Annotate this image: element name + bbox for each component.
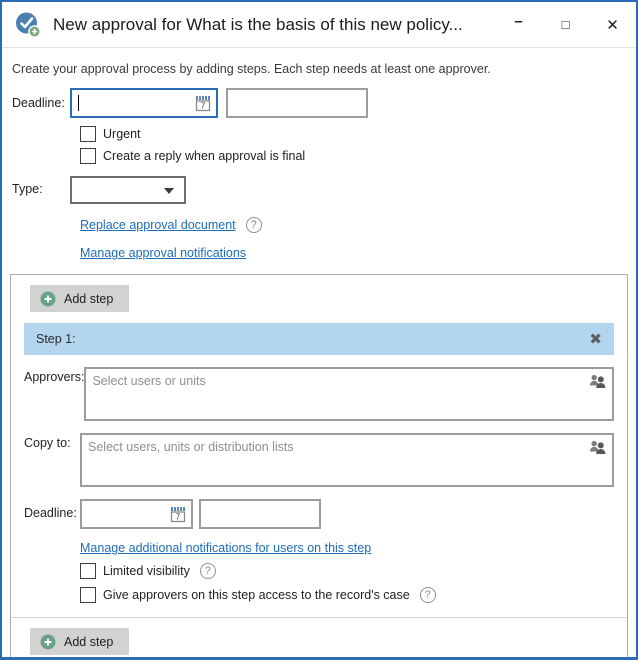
help-icon[interactable]: ?	[245, 217, 262, 233]
step-deadline-date-input[interactable]: 7	[80, 499, 193, 529]
case-access-label: Give approvers on this step access to th…	[103, 588, 410, 602]
step-deadline-label: Deadline:	[24, 506, 77, 520]
limited-visibility-checkbox[interactable]	[80, 563, 96, 579]
replace-approval-document-link[interactable]: Replace approval document	[80, 218, 236, 232]
add-step-label: Add step	[64, 634, 114, 649]
step-deadline-time-input[interactable]	[199, 499, 321, 529]
limited-visibility-row: Limited visibility ?	[80, 563, 614, 579]
urgent-checkbox[interactable]	[80, 126, 96, 142]
reply-row: Create a reply when approval is final	[80, 148, 628, 164]
calendar-icon[interactable]: 7	[194, 95, 212, 115]
window-controls: – □ ✕	[495, 2, 636, 47]
chevron-down-icon	[164, 188, 174, 194]
svg-text:7: 7	[176, 513, 181, 522]
type-label: Type:	[12, 182, 43, 196]
step-notifications-row: Manage additional notifications for user…	[80, 541, 614, 555]
deadline-row: Deadline: 7	[12, 88, 628, 118]
approvers-input[interactable]: Select users or units	[84, 367, 614, 421]
calendar-icon[interactable]: 7	[169, 506, 187, 526]
panel-divider	[11, 617, 627, 618]
urgent-row: Urgent	[80, 126, 628, 142]
type-row: Type:	[12, 176, 628, 204]
case-access-row: Give approvers on this step access to th…	[80, 587, 614, 603]
minimize-button[interactable]: –	[495, 2, 542, 47]
add-step-label: Add step	[64, 291, 114, 306]
type-dropdown[interactable]	[70, 176, 186, 204]
help-icon[interactable]: ?	[199, 563, 216, 579]
step-1-header: Step 1: ✖	[24, 323, 614, 355]
dialog-content: Create your approval process by adding s…	[2, 48, 636, 657]
text-caret	[78, 95, 79, 111]
window-title: New approval for What is the basis of th…	[53, 14, 463, 34]
people-picker-icon[interactable]	[588, 439, 607, 458]
copy-to-placeholder: Select users, units or distribution list…	[88, 440, 294, 454]
add-step-button-top[interactable]: Add step	[30, 285, 130, 312]
add-step-button-bottom[interactable]: Add step	[30, 628, 130, 655]
deadline-time-input[interactable]	[226, 88, 368, 118]
create-reply-checkbox[interactable]	[80, 148, 96, 164]
deadline-label: Deadline:	[12, 96, 65, 110]
approvers-placeholder: Select users or units	[92, 374, 206, 388]
create-reply-label: Create a reply when approval is final	[103, 149, 306, 163]
remove-step-icon[interactable]: ✖	[589, 332, 602, 347]
people-picker-icon[interactable]	[588, 373, 607, 392]
copy-to-input[interactable]: Select users, units or distribution list…	[80, 433, 614, 487]
manage-approval-notifications-link[interactable]: Manage approval notifications	[80, 246, 246, 260]
approval-app-icon	[14, 11, 41, 38]
replace-document-row: Replace approval document ?	[80, 217, 628, 233]
steps-panel: Add step Step 1: ✖ Approvers: Select use…	[10, 274, 628, 657]
step-deadline-row: Deadline: 7	[24, 499, 614, 529]
urgent-label: Urgent	[103, 127, 141, 141]
manage-step-notifications-link[interactable]: Manage additional notifications for user…	[80, 541, 371, 555]
copy-to-row: Copy to: Select users, units or distribu…	[24, 433, 614, 487]
maximize-button[interactable]: □	[542, 2, 589, 47]
intro-text: Create your approval process by adding s…	[12, 62, 491, 76]
new-approval-dialog: New approval for What is the basis of th…	[0, 0, 638, 660]
manage-notifications-row: Manage approval notifications	[80, 246, 628, 260]
approvers-row: Approvers: Select users or units	[24, 367, 614, 421]
step-1-title: Step 1:	[36, 332, 76, 346]
add-icon	[40, 291, 56, 306]
case-access-checkbox[interactable]	[80, 587, 96, 603]
close-button[interactable]: ✕	[589, 2, 636, 47]
svg-text:7: 7	[201, 102, 206, 111]
copy-to-label: Copy to:	[24, 436, 71, 450]
title-bar: New approval for What is the basis of th…	[2, 2, 636, 48]
deadline-date-input[interactable]: 7	[70, 88, 218, 118]
approvers-label: Approvers:	[24, 370, 85, 384]
add-icon	[40, 634, 56, 649]
help-icon[interactable]: ?	[419, 587, 436, 603]
limited-visibility-label: Limited visibility	[103, 564, 190, 578]
